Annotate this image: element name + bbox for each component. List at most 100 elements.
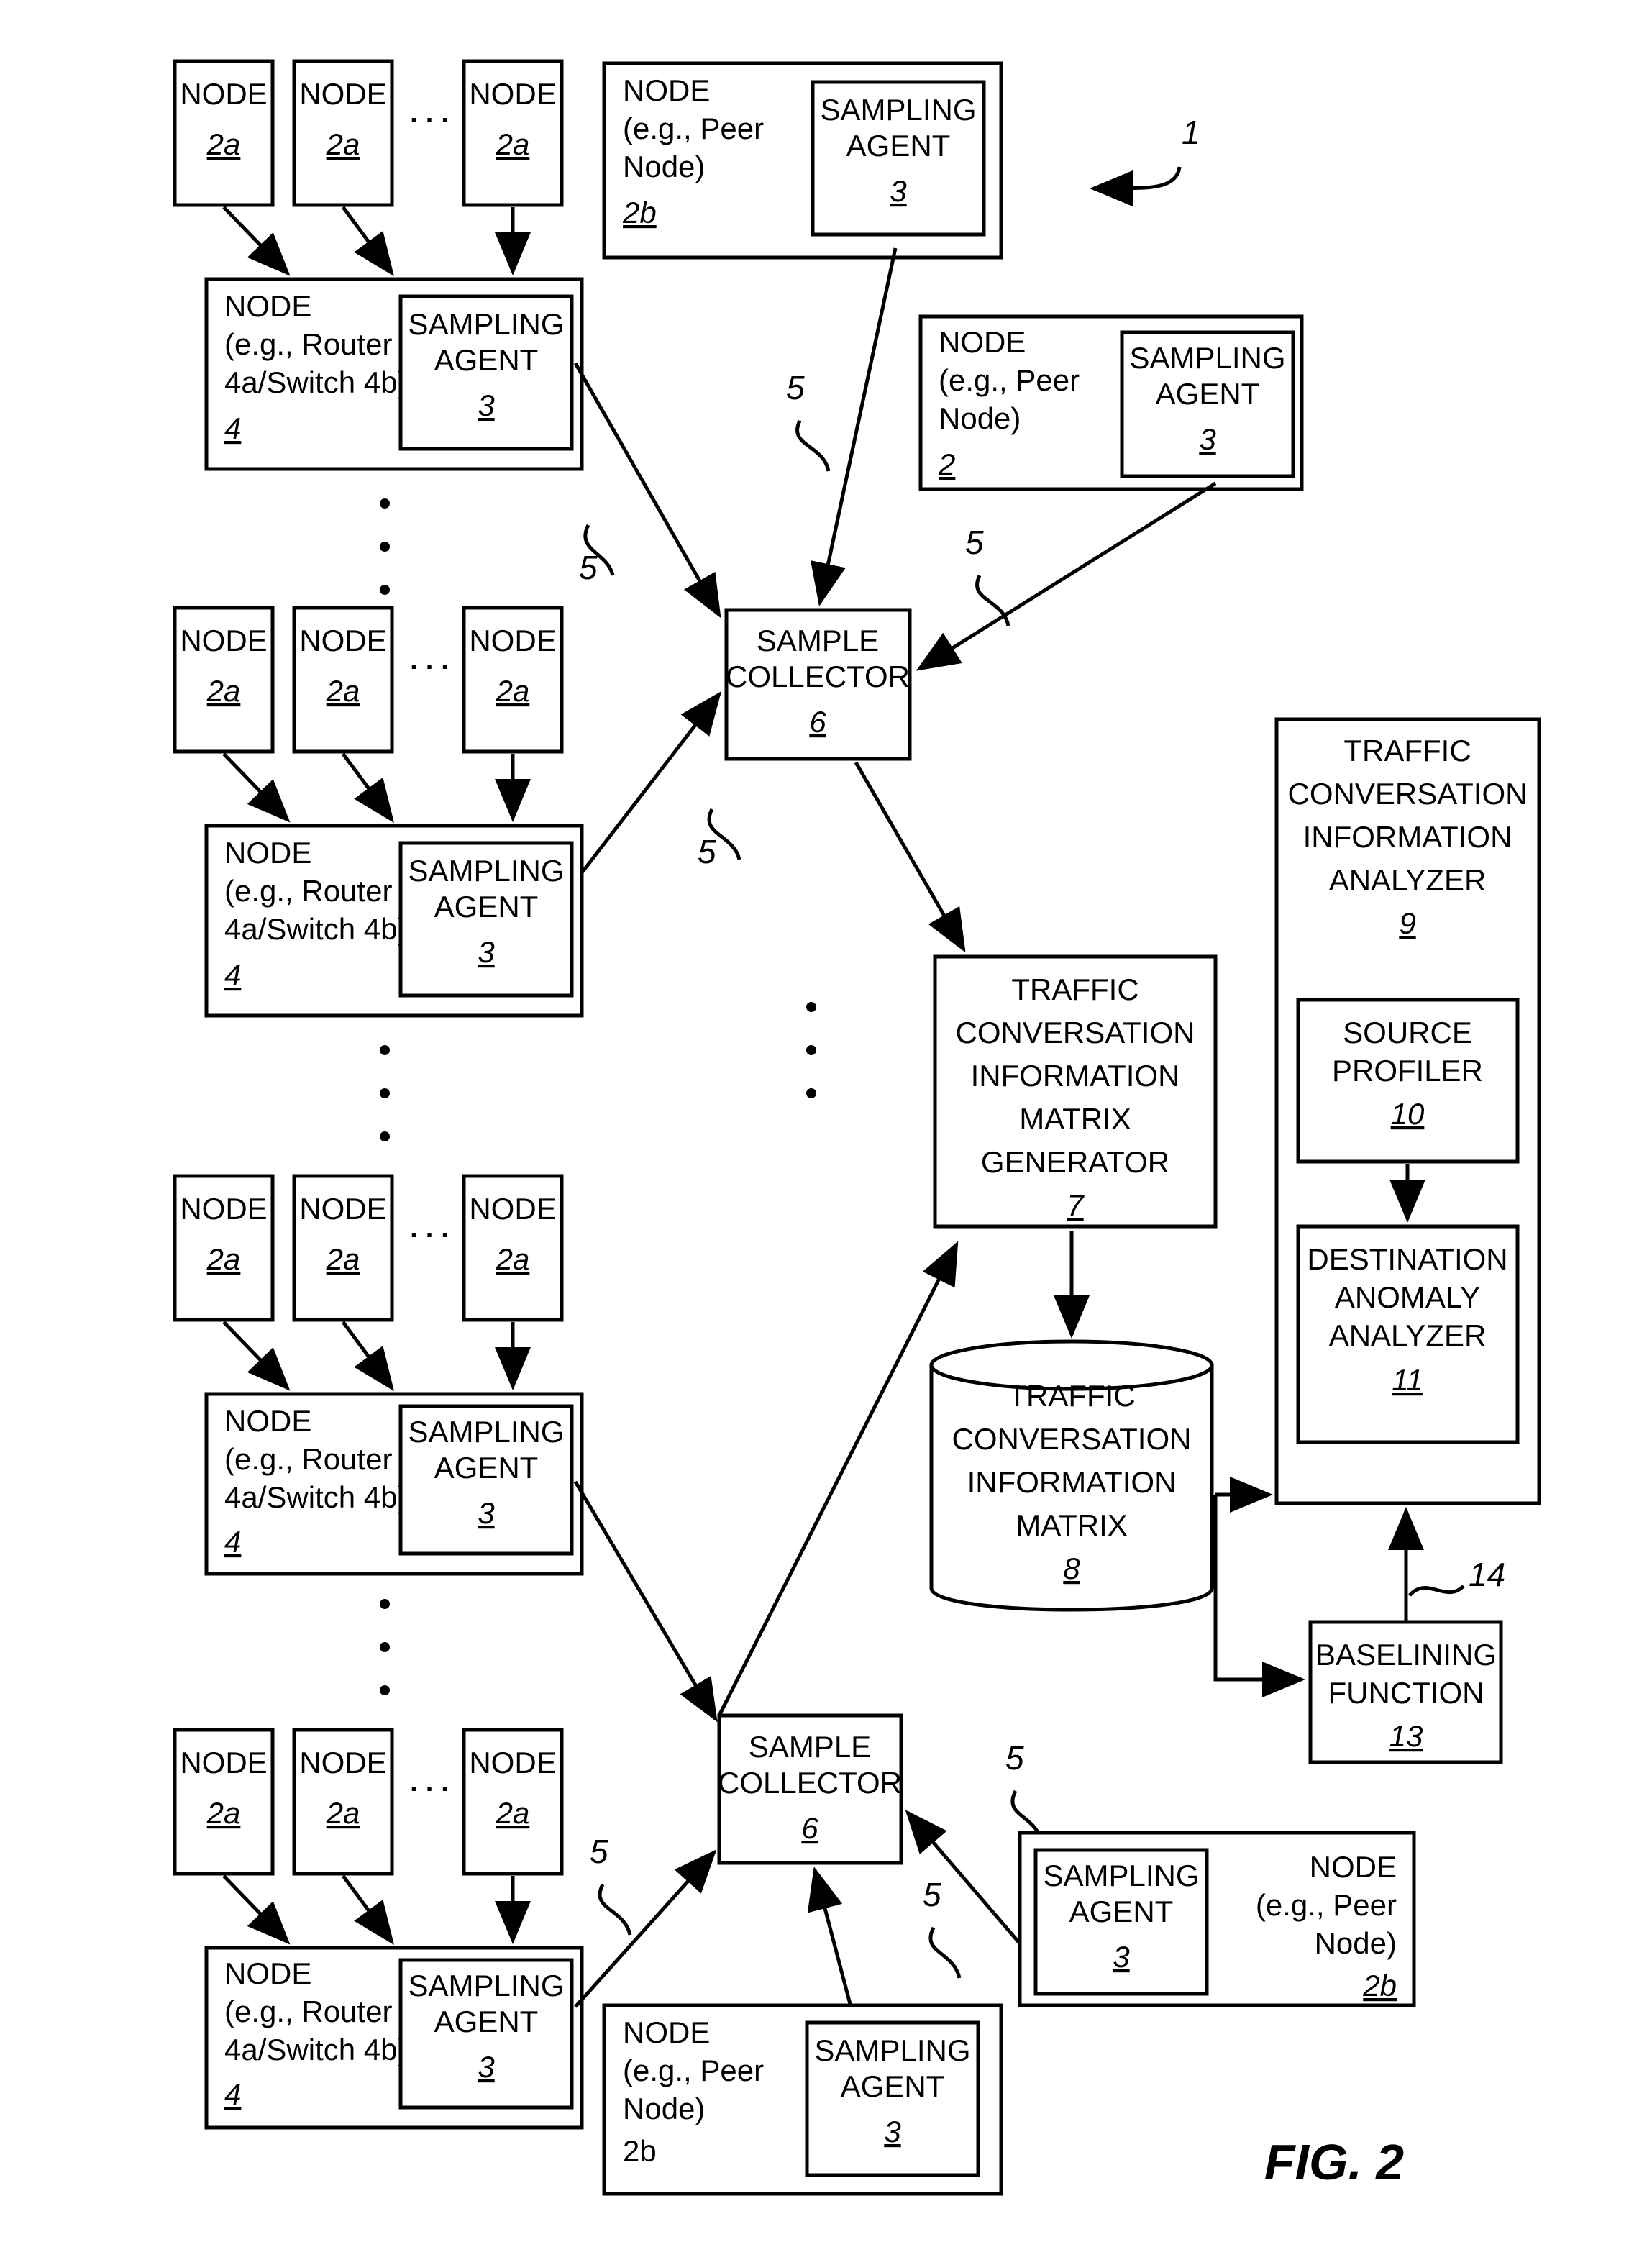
node-ref: 2a (206, 674, 241, 708)
tcim-generator: TRAFFIC CONVERSATION INFORMATION MATRIX … (933, 954, 1218, 1229)
sampling-agent-ref: 3 (478, 388, 494, 422)
edge-router4-to-collector (574, 1849, 717, 2008)
flow-label-5-d: 5 (698, 808, 741, 870)
node-ref: 2a (496, 674, 530, 708)
flow-ref: 5 (965, 524, 984, 561)
node-label: NODE (224, 289, 311, 323)
node-label: NODE (623, 73, 710, 107)
feedback-ref: 14 (1469, 1556, 1505, 1593)
flow-leader (928, 1926, 962, 1979)
analyzer-line1: TRAFFIC (1343, 734, 1471, 767)
node-ref: 2b (623, 2134, 657, 2168)
sample-collector-ref: 6 (801, 1811, 818, 1845)
edge-db-to-baselining (1213, 1495, 1305, 1697)
baselining-ref: 13 (1389, 1719, 1423, 1753)
node-2b-peer-bottom: NODE (e.g., Peer Node) 2b SAMPLING AGENT… (602, 2003, 1003, 2196)
dest-anomaly-line2: ANOMALY (1335, 1280, 1480, 1314)
system-ref-callout: 1 (1090, 114, 1200, 206)
dest-anomaly-line3: ANALYZER (1329, 1318, 1487, 1352)
feedback-label-14: 14 (1408, 1556, 1505, 1597)
tcim-gen-line4: MATRIX (1019, 1102, 1131, 1136)
sampling-agent-ref: 3 (890, 174, 906, 208)
node-ref: 2a (326, 127, 360, 161)
vertical-ellipsis-1 (380, 498, 390, 595)
sampling-agent-ref: 3 (1113, 1940, 1129, 1974)
node-label: NODE (224, 836, 311, 870)
tcim-db-line1: TRAFFIC (1008, 1379, 1135, 1413)
node-ref: 2a (496, 127, 530, 161)
sampling-agent-line1: SAMPLING (408, 307, 564, 341)
node-4-router-group-2: NODE (e.g., Router 4a/Switch 4b) 4 SAMPL… (204, 824, 584, 1018)
sampling-agent-line2: AGENT (1069, 1895, 1174, 1928)
node-2-peer-right: NODE (e.g., Peer Node) 2 SAMPLING AGENT … (918, 314, 1304, 491)
node-sub-line1: (e.g., Peer (1256, 1888, 1397, 1922)
sampling-agent-ref: 3 (478, 1496, 494, 1530)
node-ref: 4 (224, 2077, 241, 2111)
node-2a-group-2: NODE 2a NODE 2a ... NODE 2a (173, 606, 564, 754)
analyzer-ref: 9 (1399, 906, 1415, 940)
node-ref: 2b (622, 196, 657, 229)
node-sub-line1: (e.g., Router (224, 327, 392, 361)
node-4-router-group-1: NODE (e.g., Router 4a/Switch 4b) 4 SAMPL… (204, 277, 584, 471)
edge-peer2-to-collector (916, 481, 1217, 671)
edge-node-to-router (341, 1321, 394, 1392)
patent-figure-2: NODE 2a NODE 2a ... NODE 2a NODE (e.g., … (0, 0, 1652, 2247)
analyzer-line2: CONVERSATION (1288, 777, 1528, 811)
baselining-line2: FUNCTION (1328, 1676, 1484, 1710)
system-ref-leader (1090, 166, 1182, 206)
flow-ref: 5 (590, 1833, 608, 1870)
edge-node-to-router (341, 1874, 394, 1946)
ellipsis-horizontal: ... (409, 1200, 455, 1246)
node-sub-line2: Node) (623, 150, 705, 183)
edge-node-to-router (222, 1874, 291, 1945)
node-ref: 2a (206, 1242, 241, 1276)
tcim-gen-line5: GENERATOR (981, 1145, 1169, 1179)
node-2a-group-3: NODE 2a NODE 2a ... NODE 2a (173, 1174, 564, 1322)
edge-node-to-router (222, 206, 291, 276)
sampling-agent-line1: SAMPLING (814, 2033, 970, 2067)
sampling-agent-line2: AGENT (434, 890, 539, 924)
analyzer-line4: ANALYZER (1329, 863, 1487, 897)
edge-router3-to-collector (573, 1480, 718, 1723)
ellipsis-horizontal: ... (409, 632, 455, 678)
edge-collector-bottom-to-generator (717, 1241, 959, 1717)
source-profiler-line1: SOURCE (1343, 1016, 1472, 1049)
node-2a-group-1: NODE 2a NODE 2a ... NODE 2a (173, 59, 564, 207)
node-sub-line1: (e.g., Router (224, 1995, 392, 2028)
node-2b-peer-top: NODE (e.g., Peer Node) 2b SAMPLING AGENT… (602, 61, 1003, 260)
node-ref: 4 (224, 411, 241, 445)
node-sub-line1: (e.g., Router (224, 874, 392, 908)
node-ref: 2a (496, 1242, 530, 1276)
ellipsis-horizontal: ... (409, 86, 455, 131)
sample-collector-line2: COLLECTOR (726, 660, 910, 693)
flow-ref: 5 (698, 833, 716, 870)
flow-leader (795, 419, 831, 472)
flow-leader (975, 574, 1010, 626)
node-label: NODE (180, 1192, 267, 1226)
baselining-function: BASELINING FUNCTION 13 (1308, 1620, 1503, 1764)
sampling-agent-line1: SAMPLING (1129, 341, 1285, 375)
node-sub-line2: Node) (1315, 1926, 1397, 1960)
sampling-agent-line2: AGENT (841, 2069, 945, 2103)
tcim-gen-line3: INFORMATION (971, 1059, 1180, 1093)
node-ref: 2 (938, 447, 955, 481)
node-label: NODE (469, 1746, 556, 1779)
tcim-db-line4: MATRIX (1016, 1508, 1128, 1542)
vertical-ellipsis-2 (380, 1045, 390, 1141)
sampling-agent-line2: AGENT (846, 129, 951, 163)
sampling-agent-line2: AGENT (434, 343, 539, 377)
node-ref: 2a (326, 1242, 360, 1276)
sampling-agent-line1: SAMPLING (1043, 1859, 1199, 1892)
node-label: NODE (180, 624, 267, 657)
sampling-agent-line1: SAMPLING (408, 854, 564, 888)
dest-anomaly-ref: 11 (1392, 1363, 1423, 1397)
node-label: NODE (299, 1746, 386, 1779)
tcim-gen-line1: TRAFFIC (1011, 972, 1138, 1006)
flow-ref: 5 (923, 1876, 941, 1913)
traffic-conversation-analyzer: TRAFFIC CONVERSATION INFORMATION ANALYZE… (1274, 717, 1541, 1505)
figure-caption: FIG. 2 (1264, 2134, 1405, 2190)
sampling-agent-line1: SAMPLING (408, 1415, 564, 1449)
node-sub-line2: 4a/Switch 4b) (224, 2033, 407, 2066)
tcim-db-ref: 8 (1063, 1551, 1080, 1585)
node-ref: 2b (1362, 1969, 1397, 2002)
